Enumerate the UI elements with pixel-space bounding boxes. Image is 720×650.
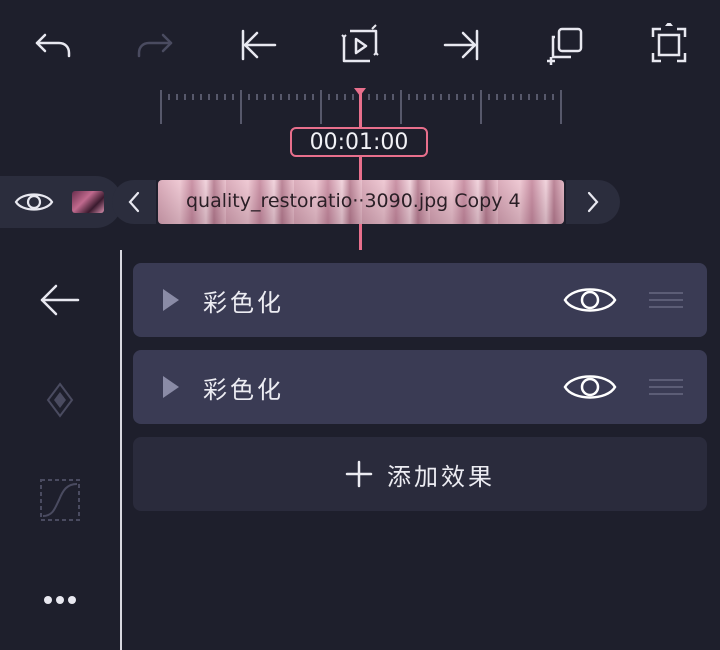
- duplicate-button[interactable]: [540, 20, 590, 70]
- undo-button[interactable]: [28, 20, 78, 70]
- redo-icon: [137, 33, 173, 58]
- visibility-eye-icon[interactable]: [563, 283, 617, 317]
- keyframe-button[interactable]: [30, 370, 90, 430]
- back-button[interactable]: [30, 270, 90, 330]
- curve-button[interactable]: [30, 470, 90, 530]
- top-toolbar: [0, 0, 720, 90]
- effect-name: 彩色化: [203, 289, 284, 317]
- effect-row[interactable]: 彩色化: [133, 263, 707, 337]
- play-loop-icon: [341, 24, 379, 63]
- timecode-display: 00:01:00: [290, 127, 428, 157]
- skip-to-end-icon: [443, 29, 479, 61]
- fullscreen-button[interactable]: [644, 20, 694, 70]
- fullscreen-icon: [651, 23, 687, 63]
- more-dots-icon: [44, 596, 76, 604]
- track-thumbnail: [72, 191, 104, 213]
- plus-icon: [345, 460, 373, 488]
- clip-label: quality_restoratio··3090.jpg Copy 4: [186, 190, 521, 212]
- duplicate-add-icon: [547, 27, 583, 65]
- track-visibility-eye-icon[interactable]: [14, 188, 54, 216]
- playhead-marker: [354, 88, 366, 96]
- play-loop-button[interactable]: [335, 20, 385, 70]
- clip-prev-button[interactable]: [112, 180, 156, 224]
- keyframe-diamond-icon: [46, 382, 74, 418]
- jump-to-end-button[interactable]: [438, 20, 488, 70]
- chevron-right-icon: [587, 191, 599, 213]
- back-arrow-icon: [40, 284, 80, 316]
- effects-sidebar: [0, 250, 120, 650]
- chevron-left-icon: [128, 191, 140, 213]
- expand-arrow-icon[interactable]: [163, 289, 179, 311]
- effect-row[interactable]: 彩色化: [133, 350, 707, 424]
- effect-name: 彩色化: [203, 376, 284, 404]
- more-button[interactable]: [30, 570, 90, 630]
- visibility-eye-icon[interactable]: [563, 370, 617, 404]
- skip-to-start-icon: [241, 29, 277, 61]
- redo-button[interactable]: [130, 20, 180, 70]
- expand-arrow-icon[interactable]: [163, 376, 179, 398]
- add-effect-label: 添加效果: [387, 462, 495, 491]
- sidebar-divider: [120, 250, 122, 650]
- jump-to-start-button[interactable]: [232, 20, 282, 70]
- undo-icon: [35, 33, 71, 58]
- add-effect-button[interactable]: 添加效果: [133, 437, 707, 511]
- drag-handle-icon[interactable]: [649, 378, 683, 396]
- clip-next-button[interactable]: [566, 180, 620, 224]
- curve-graph-icon: [40, 479, 80, 521]
- drag-handle-icon[interactable]: [649, 291, 683, 309]
- playhead[interactable]: [359, 92, 362, 250]
